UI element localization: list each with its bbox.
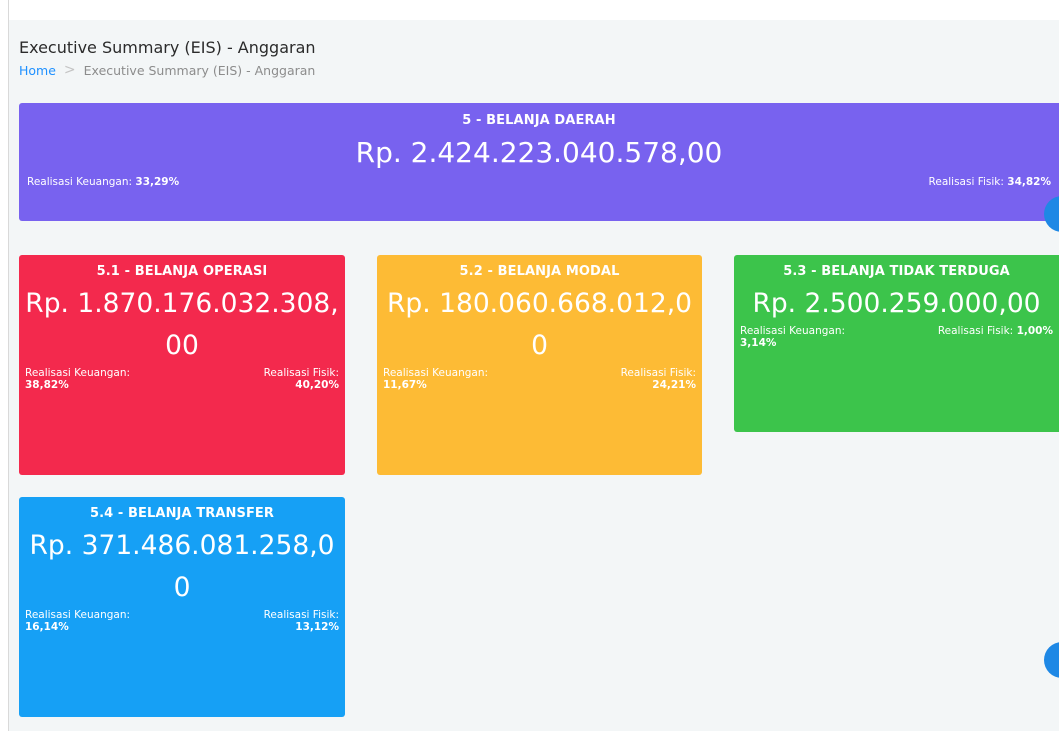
card-metrics: Realisasi Keuangan: 33,29% Realisasi Fis… [27,176,1051,188]
breadcrumb-current: Executive Summary (EIS) - Anggaran [83,62,316,78]
realisasi-fisik-value: 24,21% [652,379,696,391]
realisasi-keuangan-value: 3,14% [740,337,777,349]
card-title: 5 - BELANJA DAERAH [462,113,616,128]
card-belanja-daerah[interactable]: 5 - BELANJA DAERAH Rp. 2.424.223.040.578… [19,103,1059,221]
page-title: Executive Summary (EIS) - Anggaran [19,38,316,57]
card-amount: Rp. 2.424.223.040.578,00 [355,136,723,169]
card-belanja-transfer[interactable]: 5.4 - BELANJA TRANSFER Rp. 371.486.081.2… [19,497,345,717]
realisasi-keuangan-label: Realisasi Keuangan: [25,609,131,621]
breadcrumb: Home > Executive Summary (EIS) - Anggara… [19,62,315,78]
chevron-right-icon: > [63,62,76,78]
realisasi-fisik: Realisasi Fisik: 24,21% [621,367,696,391]
card-title: 5.4 - BELANJA TRANSFER [89,506,275,521]
realisasi-fisik-label: Realisasi Fisik: [263,367,339,379]
realisasi-fisik: Realisasi Fisik: 34,82% [929,176,1051,188]
realisasi-keuangan: Realisasi Keuangan: 38,82% [25,367,130,391]
realisasi-fisik-value: 13,12% [295,621,339,633]
realisasi-fisik-label: Realisasi Fisik: [263,609,339,621]
realisasi-fisik-label: Realisasi Fisik: [928,176,1004,188]
card-amount: Rp. 371.486.081.258,00 [29,530,335,603]
realisasi-keuangan: Realisasi Keuangan: 3,14% [740,325,845,349]
realisasi-keuangan-label: Realisasi Keuangan: [383,367,489,379]
card-title: 5.2 - BELANJA MODAL [459,264,620,279]
realisasi-keuangan-label: Realisasi Keuangan: [27,176,133,188]
realisasi-keuangan-label: Realisasi Keuangan: [740,325,846,337]
realisasi-fisik-value: 40,20% [295,379,339,391]
realisasi-keuangan-value: 11,67% [383,379,427,391]
realisasi-fisik: Realisasi Fisik: 13,12% [264,609,339,633]
realisasi-keuangan-value: 38,82% [25,379,69,391]
card-metrics: Realisasi Keuangan: 38,82% Realisasi Fis… [25,367,339,391]
card-amount: Rp. 180.060.668.012,00 [387,288,692,361]
realisasi-fisik: Realisasi Fisik: 1,00% [938,325,1053,337]
realisasi-fisik-value: 1,00% [1016,325,1053,337]
realisasi-fisik-label: Realisasi Fisik: [620,367,696,379]
breadcrumb-home-link[interactable]: Home [19,63,56,78]
realisasi-keuangan: Realisasi Keuangan: 11,67% [383,367,488,391]
card-belanja-tidak-terduga[interactable]: 5.3 - BELANJA TIDAK TERDUGA Rp. 2.500.25… [734,255,1059,432]
card-metrics: Realisasi Keuangan: 11,67% Realisasi Fis… [383,367,696,391]
card-metrics: Realisasi Keuangan: 16,14% Realisasi Fis… [25,609,339,633]
realisasi-keuangan-label: Realisasi Keuangan: [25,367,131,379]
realisasi-fisik-label: Realisasi Fisik: [937,325,1014,337]
card-belanja-modal[interactable]: 5.2 - BELANJA MODAL Rp. 180.060.668.012,… [377,255,702,475]
card-title: 5.3 - BELANJA TIDAK TERDUGA [783,264,1010,279]
realisasi-keuangan-value: 33,29% [135,176,180,188]
card-amount: Rp. 2.500.259.000,00 [752,288,1041,319]
realisasi-keuangan-value: 16,14% [25,621,69,633]
realisasi-fisik-value: 34,82% [1007,176,1051,188]
top-bar [0,0,1059,20]
card-title: 5.1 - BELANJA OPERASI [96,264,268,279]
card-amount: Rp. 1.870.176.032.308,00 [25,288,339,361]
card-belanja-operasi[interactable]: 5.1 - BELANJA OPERASI Rp. 1.870.176.032.… [19,255,345,475]
realisasi-keuangan: Realisasi Keuangan: 16,14% [25,609,130,633]
realisasi-keuangan: Realisasi Keuangan: 33,29% [27,176,179,188]
card-metrics: Realisasi Keuangan: 3,14% Realisasi Fisi… [740,325,1053,349]
realisasi-fisik: Realisasi Fisik: 40,20% [264,367,339,391]
